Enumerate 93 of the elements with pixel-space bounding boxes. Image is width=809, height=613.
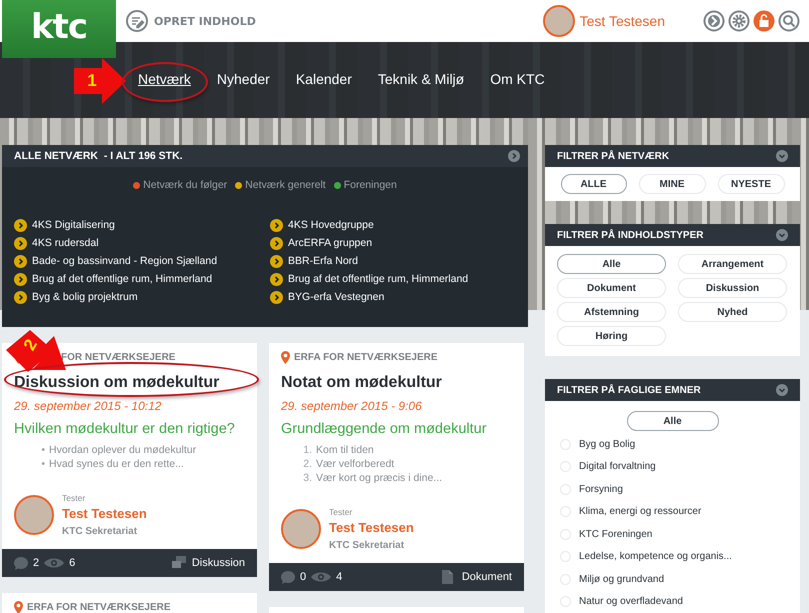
network-link[interactable]: BYG-erfa Vestegnen [288, 291, 384, 303]
edit-icon[interactable] [126, 10, 148, 32]
author-role: Tester [62, 493, 86, 503]
filter-button[interactable]: MINE [638, 174, 706, 194]
author-organization: KTC Sekretariat [329, 540, 406, 551]
topic-label[interactable]: Forsyning [579, 484, 623, 495]
view-count: 6 [69, 557, 76, 569]
create-content-link[interactable]: OPRET INDHOLD [154, 14, 256, 28]
post-category: ERFA FOR NETVÆRKSEJERE [294, 352, 438, 362]
comment-count: 2 [33, 557, 40, 569]
filter-button[interactable]: Afstemning [557, 302, 666, 322]
collapse-icon[interactable] [776, 150, 788, 162]
nav-link[interactable]: Nyheder [216, 69, 270, 89]
discussion-icon [172, 556, 186, 570]
panel-title: FILTRER PÅ NETVÆRK [557, 150, 670, 162]
topic-label[interactable]: Digital forvaltning [579, 461, 656, 472]
post-card[interactable]: ERFA FOR NETVÆRKSEJERE [2, 593, 257, 613]
comment-icon [281, 570, 295, 584]
comment-icon [14, 556, 28, 570]
list-marker: • [40, 443, 45, 457]
list-marker: 2. [303, 457, 312, 471]
filter-button[interactable]: Alle [626, 411, 718, 431]
post-title[interactable]: Diskussion om mødekultur [14, 374, 245, 392]
panel-title: FILTRER PÅ INDHOLDSTYPER [557, 230, 704, 240]
post-date: 29. september 2015 - 9:06 [281, 399, 423, 413]
list-marker: 1. [303, 443, 312, 457]
legend-label: Netværk du følger [143, 179, 228, 191]
panel-title: ALLE NETVÆRK - I ALT 196 STK. [14, 150, 183, 162]
topic-label[interactable]: Ledelse, kompetence og organis... [579, 551, 732, 562]
list-marker: 3. [303, 471, 312, 485]
eye-icon [311, 571, 332, 583]
legend-label: Netværk generelt [245, 179, 326, 191]
post-card[interactable] [269, 343, 524, 591]
post-title[interactable]: Notat om mødekultur [281, 374, 512, 392]
list-marker: • [40, 457, 45, 471]
filter-button[interactable]: Diskussion [678, 278, 787, 298]
author-avatar [14, 495, 54, 535]
search-icon[interactable] [778, 10, 800, 32]
network-link[interactable]: 4KS rudersdal [32, 237, 99, 249]
topic-label[interactable]: Miljø og grundvand [579, 574, 664, 585]
list-item: Vær kort og præcis i dine... [316, 471, 442, 485]
filter-button[interactable]: ALLE [560, 174, 626, 194]
filter-button[interactable]: Høring [557, 326, 666, 346]
filter-button[interactable]: Alle [557, 254, 666, 274]
author-organization: KTC Sekretariat [62, 526, 138, 537]
list-item: Kom til tiden [316, 443, 374, 457]
lock-icon[interactable] [753, 10, 775, 32]
callout-marker: 1 [74, 58, 126, 104]
topic-label[interactable]: Natur og overfladevand [579, 596, 683, 608]
post-subtitle: Hvilken mødekultur er den rigtige? [14, 421, 236, 437]
post-date: 29. september 2015 - 10:12 [14, 399, 162, 413]
topic-label[interactable]: Byg og Bolig [579, 438, 636, 450]
comment-count: 0 [300, 571, 306, 583]
author-role: Tester [329, 507, 354, 517]
document-icon [442, 570, 456, 584]
settings-icon[interactable] [728, 10, 750, 32]
network-link[interactable]: BBR-Erfa Nord [288, 255, 358, 267]
eye-icon [44, 557, 64, 569]
network-link[interactable]: Byg & bolig projektrum [32, 291, 138, 303]
nav-link[interactable]: Kalender [296, 69, 352, 89]
list-item: Hvordan oplever du mødekultur [49, 443, 196, 457]
collapse-icon[interactable] [776, 384, 788, 396]
avatar[interactable] [542, 5, 575, 37]
list-item: Hvad synes du er den rette... [49, 457, 184, 471]
network-link[interactable]: Brug af det offentlige rum, Himmerland [32, 273, 212, 285]
content-type-label: Diskussion [192, 557, 245, 569]
network-link[interactable]: ArcERFA gruppen [288, 237, 372, 249]
collapse-icon[interactable] [776, 229, 788, 241]
post-category: ERFA FOR NETVÆRKSEJERE [27, 602, 171, 612]
location-pin-icon [281, 350, 290, 364]
filter-button[interactable]: Arrangement [678, 254, 787, 274]
legend-label: Foreningen [344, 179, 397, 191]
network-link[interactable]: Bade- og bassinvand - Region Sjælland [32, 255, 218, 267]
network-link[interactable]: 4KS Hovedgruppe [288, 219, 374, 231]
content-type-label: Dokument [462, 571, 512, 583]
chevron-right-icon[interactable] [508, 150, 520, 162]
filter-button[interactable]: Nyhed [678, 302, 787, 322]
network-link[interactable]: Brug af det offentlige rum, Himmerland [288, 273, 468, 285]
filter-button[interactable]: Dokument [557, 278, 666, 298]
site-logo[interactable]: ktc [2, 0, 116, 58]
topic-label[interactable]: KTC Foreningen [579, 528, 652, 540]
list-item: Vær velforberedt [316, 457, 394, 471]
view-count: 4 [336, 571, 342, 583]
location-pin-icon [14, 600, 23, 613]
post-subtitle: Grundlæggende om mødekultur [281, 421, 488, 437]
topic-label[interactable]: Klima, energi og ressourcer [579, 506, 702, 518]
panel-title: FILTRER PÅ FAGLIGE EMNER [557, 384, 701, 396]
author-avatar [281, 509, 321, 549]
nav-link[interactable]: Netværk [138, 69, 191, 89]
filter-button[interactable]: NYESTE [718, 174, 784, 194]
network-link[interactable]: 4KS Digitalisering [32, 219, 115, 231]
nav-link[interactable]: Om KTC [490, 69, 545, 89]
nav-link[interactable]: Teknik & Miljø [378, 69, 464, 89]
